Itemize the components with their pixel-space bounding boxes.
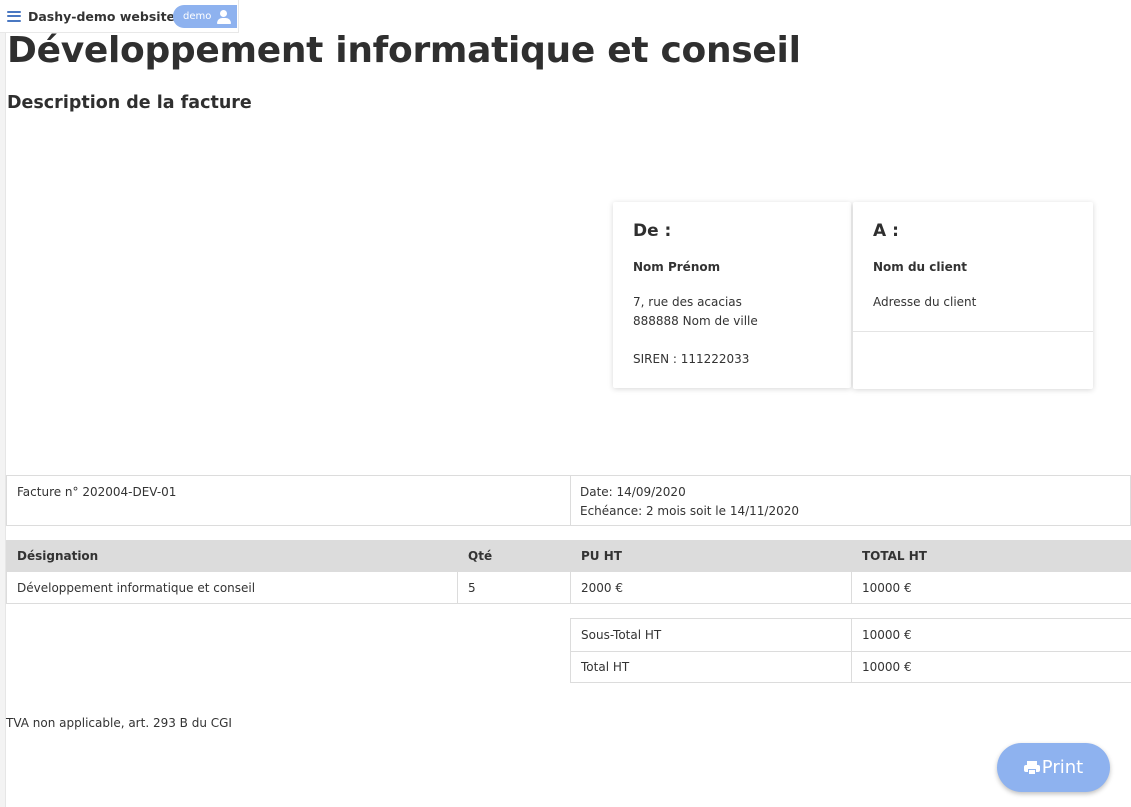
column-header-quantity: Qté bbox=[468, 549, 493, 563]
client-name: Nom du client bbox=[873, 260, 968, 274]
client-card: A : Nom du client Adresse du client bbox=[853, 202, 1093, 389]
hamburger-menu-icon[interactable] bbox=[7, 10, 21, 22]
sender-siren: SIREN : 111222033 bbox=[633, 352, 750, 366]
sender-heading: De : bbox=[633, 221, 672, 241]
total-value: 10000 € bbox=[862, 660, 912, 674]
left-edge bbox=[0, 0, 6, 807]
sender-address-line2: 888888 Nom de ville bbox=[633, 314, 758, 328]
client-heading: A : bbox=[873, 221, 899, 241]
invoice-date: Date: 14/09/2020 bbox=[580, 485, 686, 499]
row-divider bbox=[851, 572, 852, 604]
total-label: Total HT bbox=[581, 660, 630, 674]
subtotal-value: 10000 € bbox=[862, 628, 912, 642]
subtotal-label: Sous-Total HT bbox=[581, 628, 662, 642]
table-row: Développement informatique et conseil 5 … bbox=[6, 572, 1131, 604]
printer-icon bbox=[1023, 760, 1040, 775]
card-divider bbox=[853, 331, 1093, 332]
print-label: Print bbox=[1041, 757, 1084, 778]
lines-table-header: Désignation Qté PU HT TOTAL HT bbox=[6, 540, 1131, 572]
top-bar: Dashy-demo website demo bbox=[0, 0, 239, 33]
sender-address-line1: 7, rue des acacias bbox=[633, 295, 742, 309]
client-address: Adresse du client bbox=[873, 295, 977, 309]
sender-card: De : Nom Prénom 7, rue des acacias 88888… bbox=[613, 202, 851, 388]
column-header-unit-price: PU HT bbox=[581, 549, 622, 563]
invoice-number-cell: Facture n° 202004-DEV-01 bbox=[7, 476, 571, 525]
totals-table: Sous-Total HT 10000 € Total HT 10000 € bbox=[570, 618, 1131, 683]
row-designation: Développement informatique et conseil bbox=[17, 581, 256, 595]
user-name: demo bbox=[183, 11, 212, 22]
tva-note: TVA non applicable, art. 293 B du CGI bbox=[6, 716, 232, 730]
column-header-total: TOTAL HT bbox=[862, 549, 927, 563]
invoice-number: Facture n° 202004-DEV-01 bbox=[17, 485, 177, 499]
user-icon bbox=[217, 9, 232, 24]
sender-name: Nom Prénom bbox=[633, 260, 721, 274]
print-button[interactable]: Print bbox=[997, 743, 1110, 792]
page-title: Développement informatique et conseil bbox=[7, 30, 801, 71]
totals-column-divider bbox=[851, 619, 852, 682]
row-unit-price: 2000 € bbox=[581, 581, 623, 595]
row-divider bbox=[570, 572, 571, 604]
invoice-due-date: Echéance: 2 mois soit le 14/11/2020 bbox=[580, 504, 799, 518]
row-total: 10000 € bbox=[862, 581, 912, 595]
row-quantity: 5 bbox=[468, 581, 476, 595]
page-subtitle: Description de la facture bbox=[7, 93, 252, 113]
column-header-designation: Désignation bbox=[17, 549, 99, 563]
user-menu-button[interactable]: demo bbox=[173, 5, 237, 28]
invoice-info-table: Facture n° 202004-DEV-01 Date: 14/09/202… bbox=[6, 475, 1131, 526]
app-title: Dashy-demo website bbox=[28, 8, 176, 24]
row-divider bbox=[457, 572, 458, 604]
